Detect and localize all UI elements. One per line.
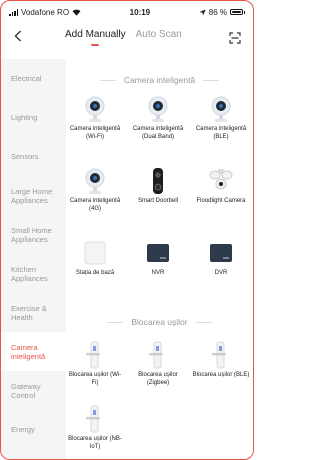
sidebar-item[interactable]: Large Home Appliances: [1, 176, 66, 215]
device-tile[interactable]: Blocarea ușilor (Wi-Fi): [66, 341, 124, 387]
sidebar-item[interactable]: Camera inteligentă: [1, 332, 66, 371]
sidebar-item[interactable]: Kitchen Appliances: [1, 254, 66, 293]
camera-icon: [145, 95, 171, 122]
nvr-icon: [145, 239, 171, 265]
camera-icon: [82, 95, 108, 122]
device-tile[interactable]: Camera inteligentă (4G): [66, 167, 124, 213]
sidebar-item[interactable]: Energy: [1, 410, 66, 449]
scan-frame-icon[interactable]: [229, 31, 241, 44]
door-lock-icon: [82, 405, 108, 433]
signal-icon: [9, 8, 18, 16]
device-catalog: Camera inteligentă Blocarea ușilor Camer…: [66, 59, 253, 459]
battery-fill: [232, 11, 241, 13]
device-tile[interactable]: Blocarea ușilor (Zigbee): [129, 341, 187, 387]
carrier-name: Vodafone RO: [21, 7, 70, 17]
device-tile[interactable]: Blocarea ușilor (NB-IoT): [66, 405, 124, 451]
sidebar-item[interactable]: Sensors: [1, 137, 66, 176]
device-tile[interactable]: Camera inteligentă (Dual Band): [129, 95, 187, 141]
device-tile[interactable]: Smart Doorbell: [129, 167, 187, 206]
section-header-camera: Camera inteligentă: [66, 75, 253, 85]
divider: [195, 321, 212, 323]
battery-percent: 86 %: [208, 7, 227, 17]
camera-icon: [208, 95, 234, 122]
location-arrow-icon: [199, 8, 206, 16]
device-label: Stația de bază: [75, 270, 115, 276]
chevron-left-icon[interactable]: [7, 29, 29, 45]
divider: [203, 79, 220, 81]
tab-auto-scan[interactable]: Auto Scan: [136, 29, 182, 40]
base-station-icon: [82, 239, 108, 265]
device-label: Blocarea ușilor (Wi-Fi): [68, 372, 122, 386]
status-left: Vodafone RO: [9, 8, 81, 17]
wifi-icon: [72, 9, 81, 16]
device-label: Floodlight Camera: [196, 198, 246, 204]
device-tile[interactable]: Floodlight Camera: [192, 167, 250, 206]
device-tile[interactable]: Stația de bază: [66, 239, 124, 278]
camera-icon: [82, 167, 108, 194]
device-label: Camera inteligentă (BLE): [195, 126, 247, 140]
device-tile[interactable]: DVR: [192, 239, 250, 278]
door-lock-icon: [145, 341, 171, 369]
section-title: Blocarea ușilor: [131, 317, 188, 327]
device-label: Blocarea ușilor (BLE): [192, 372, 250, 378]
device-tile[interactable]: Blocarea ușilor (BLE): [192, 341, 250, 380]
section-title: Camera inteligentă: [123, 75, 196, 85]
section-header-door-lock: Blocarea ușilor: [66, 317, 253, 327]
device-label: DVR: [214, 270, 228, 276]
device-label: Camera inteligentă (Wi-Fi): [69, 126, 121, 140]
category-sidebar: Electrical Lighting Sensors Large Home Appl…: [1, 59, 66, 459]
door-lock-icon: [208, 341, 234, 369]
header-tabs: Add Manually Auto Scan: [65, 29, 182, 46]
device-label: Smart Doorbell: [137, 198, 178, 204]
sidebar-item[interactable]: Gateway Control: [1, 371, 66, 410]
tab-add-manually[interactable]: Add Manually: [65, 29, 126, 46]
clock: 10:19: [129, 7, 151, 17]
sidebar-item[interactable]: Small Home Appliances: [1, 215, 66, 254]
app-frame: Vodafone RO 10:19 86 % Add Manually Auto…: [0, 0, 254, 460]
floodlight-camera-icon: [208, 167, 234, 193]
device-label: Blocarea ușilor (Zigbee): [138, 372, 178, 386]
battery-icon: [230, 9, 245, 15]
divider: [107, 321, 124, 323]
device-label: Camera inteligentă (4G): [69, 198, 121, 212]
device-label: NVR: [151, 270, 165, 276]
sidebar-item[interactable]: Lighting: [1, 98, 66, 137]
device-tile[interactable]: Camera inteligentă (Wi-Fi): [66, 95, 124, 141]
sidebar-item[interactable]: Electrical: [1, 59, 66, 98]
doorbell-icon: [145, 167, 171, 194]
header: Add Manually Auto Scan: [1, 23, 253, 51]
dvr-icon: [208, 239, 234, 265]
status-bar: Vodafone RO 10:19 86 %: [1, 1, 253, 23]
sidebar-item[interactable]: Exercise & Health: [1, 293, 66, 332]
divider: [99, 79, 116, 81]
device-tile[interactable]: NVR: [129, 239, 187, 278]
status-right: 86 %: [199, 7, 245, 17]
device-label: Camera inteligentă (Dual Band): [132, 126, 184, 140]
device-label: Blocarea ușilor (NB-IoT): [68, 436, 122, 450]
device-tile[interactable]: Camera inteligentă (BLE): [192, 95, 250, 141]
door-lock-icon: [82, 341, 108, 369]
